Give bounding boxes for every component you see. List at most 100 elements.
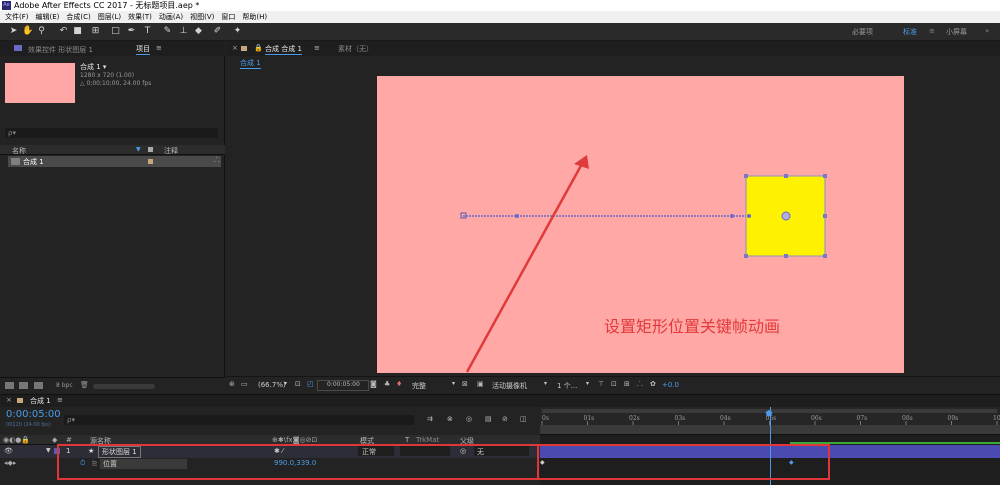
selection-tool-icon[interactable]: ➤ bbox=[8, 26, 19, 37]
workspace-overflow-icon[interactable]: » bbox=[985, 27, 989, 35]
project-scrollbar[interactable] bbox=[93, 384, 155, 389]
roto-brush-tool-icon[interactable]: ✐ bbox=[212, 26, 223, 37]
new-folder-icon[interactable] bbox=[19, 382, 28, 389]
color-channels-icon[interactable]: ♦ bbox=[396, 380, 402, 388]
snapshot-icon[interactable]: ◙ bbox=[370, 380, 377, 388]
exposure-value[interactable]: +0.0 bbox=[662, 381, 679, 389]
comp-name[interactable]: 合成 1 ▾ bbox=[80, 62, 106, 72]
motion-blur-icon[interactable]: ⊘ bbox=[502, 415, 508, 423]
bbox-handle[interactable] bbox=[744, 254, 748, 258]
zoom-dropdown-icon[interactable]: ▾ bbox=[284, 380, 287, 387]
anchor-point[interactable] bbox=[781, 211, 791, 221]
zoom-tool-icon[interactable]: ⚲ bbox=[36, 26, 47, 37]
breadcrumb-comp[interactable]: 合成 1 bbox=[240, 58, 261, 69]
shy-layers-icon[interactable]: ◎ bbox=[466, 415, 472, 423]
bbox-handle[interactable] bbox=[823, 174, 827, 178]
camera-select[interactable]: 活动摄像机 bbox=[492, 381, 527, 391]
menu-effect[interactable]: 效果(T) bbox=[128, 11, 152, 23]
views-dropdown-icon[interactable]: ▾ bbox=[586, 380, 589, 387]
composition-canvas[interactable]: 设置矩形位置关键帧动画 bbox=[377, 76, 904, 373]
workspace-small-screen[interactable]: 小屏幕 bbox=[946, 27, 967, 37]
bbox-handle[interactable] bbox=[784, 254, 788, 258]
workspace-standard[interactable]: 标准 bbox=[903, 27, 917, 37]
menu-animation[interactable]: 动画(A) bbox=[159, 11, 183, 23]
camera-tool-icon[interactable]: ■ bbox=[72, 26, 83, 37]
pen-tool-icon[interactable]: ✒ bbox=[126, 26, 137, 37]
video-toggle-icon[interactable]: 👁 bbox=[4, 447, 13, 455]
quality-dropdown-icon[interactable]: ▾ bbox=[452, 380, 455, 387]
timeline-menu-icon[interactable]: ≡ bbox=[57, 396, 63, 404]
bbox-handle[interactable] bbox=[823, 254, 827, 258]
tab-composition[interactable]: 合成 合成 1 bbox=[265, 44, 302, 55]
tab-timeline-comp[interactable]: 合成 1 bbox=[30, 396, 51, 406]
quality-select[interactable]: 完整 bbox=[412, 381, 426, 391]
sort-arrow-icon[interactable]: ▼ bbox=[136, 146, 141, 153]
current-time-display[interactable]: 0:00:05:00 bbox=[6, 409, 61, 420]
always-preview-icon[interactable]: ⊛ bbox=[229, 380, 235, 388]
rotate-tool-icon[interactable]: ↶ bbox=[58, 26, 69, 37]
draft-3d-icon[interactable]: ⊗ bbox=[447, 415, 453, 423]
show-snapshot-icon[interactable]: ♣ bbox=[384, 380, 390, 388]
graph-editor-icon[interactable]: ◫ bbox=[520, 415, 527, 423]
monitor-icon[interactable]: ▭ bbox=[241, 380, 248, 388]
label-color-swatch[interactable] bbox=[148, 159, 153, 164]
project-panel-menu-icon[interactable]: ≡ bbox=[156, 44, 162, 52]
mask-visibility-icon[interactable]: ▣ bbox=[477, 380, 484, 388]
bit-depth-label[interactable]: 8 bpc bbox=[56, 382, 73, 389]
frame-blending-icon[interactable]: ▤ bbox=[485, 415, 492, 423]
menu-edit[interactable]: 编辑(E) bbox=[36, 11, 60, 23]
column-name[interactable]: 名称 bbox=[12, 146, 26, 156]
menu-view[interactable]: 视图(V) bbox=[190, 11, 214, 23]
clone-stamp-tool-icon[interactable]: ⊥ bbox=[178, 26, 189, 37]
flowchart-icon[interactable]: ⸫ bbox=[214, 156, 220, 165]
tab-project[interactable]: 项目 bbox=[136, 44, 150, 55]
tab-effect-controls[interactable]: 效果控件 形状图层 1 bbox=[28, 45, 93, 55]
new-composition-icon[interactable] bbox=[34, 382, 43, 389]
puppet-pin-tool-icon[interactable]: ✦ bbox=[232, 26, 243, 37]
views-select[interactable]: 1 个... bbox=[557, 381, 577, 391]
project-search-input[interactable]: ρ▾ bbox=[5, 128, 218, 138]
pan-behind-tool-icon[interactable]: ⊞ bbox=[90, 26, 101, 37]
type-tool-icon[interactable]: T bbox=[142, 26, 153, 37]
expand-layer-icon[interactable]: ▼ bbox=[46, 447, 51, 454]
workspace-essentials[interactable]: 必要项 bbox=[852, 27, 873, 37]
lock-icon[interactable]: 🔒 bbox=[254, 44, 263, 52]
rectangle-tool-icon[interactable]: □ bbox=[110, 26, 121, 37]
bbox-handle[interactable] bbox=[823, 214, 827, 218]
menu-help[interactable]: 帮助(H) bbox=[242, 11, 267, 23]
timeline-search-input[interactable]: ρ▾ bbox=[64, 415, 414, 425]
hand-tool-icon[interactable]: ✋ bbox=[22, 26, 33, 37]
workspace-menu-icon[interactable]: ≡ bbox=[929, 27, 935, 35]
eraser-tool-icon[interactable]: ◆ bbox=[193, 26, 204, 37]
column-comment[interactable]: 注释 bbox=[164, 146, 178, 156]
timeline-icon[interactable]: ⊞ bbox=[624, 380, 630, 388]
interpret-footage-icon[interactable] bbox=[5, 382, 14, 389]
comp-mini-flowchart-icon[interactable]: ⇉ bbox=[427, 415, 433, 423]
zoom-select[interactable]: (66.7%) bbox=[258, 381, 286, 389]
comp-flowchart-icon[interactable]: ⸫ bbox=[637, 380, 643, 389]
viewer-menu-icon[interactable]: ≡ bbox=[314, 44, 320, 52]
project-item-row[interactable]: 合成 1 ⸫ bbox=[8, 156, 221, 167]
close-tab-icon[interactable]: × bbox=[232, 44, 238, 52]
bbox-handle[interactable] bbox=[784, 174, 788, 178]
keyframe-nav-icon[interactable]: ◂◆▸ bbox=[4, 459, 16, 467]
menu-layer[interactable]: 图层(L) bbox=[98, 11, 121, 23]
menu-window[interactable]: 窗口 bbox=[221, 11, 235, 23]
column-t[interactable]: T bbox=[405, 436, 409, 444]
reset-exposure-icon[interactable]: ✿ bbox=[650, 380, 656, 388]
bbox-handle[interactable] bbox=[744, 174, 748, 178]
camera-dropdown-icon[interactable]: ▾ bbox=[544, 380, 547, 387]
toggle-pixel-aspect-icon[interactable]: ⊤ bbox=[598, 380, 604, 388]
menu-composition[interactable]: 合成(C) bbox=[66, 11, 90, 23]
brush-tool-icon[interactable]: ✎ bbox=[162, 26, 173, 37]
close-timeline-icon[interactable]: × bbox=[6, 396, 12, 404]
playhead-handle-icon[interactable]: ⬟ bbox=[766, 409, 773, 418]
region-icon[interactable]: ◰ bbox=[307, 380, 314, 388]
fast-previews-icon[interactable]: ⊡ bbox=[611, 380, 617, 388]
trash-icon[interactable]: 🗑 bbox=[80, 381, 89, 389]
column-trkmat[interactable]: TrkMat bbox=[416, 436, 439, 444]
resolution-icon[interactable]: ⊡ bbox=[295, 380, 301, 388]
transparency-grid-icon[interactable]: ⊠ bbox=[462, 380, 468, 388]
menu-file[interactable]: 文件(F) bbox=[5, 11, 29, 23]
tab-footage[interactable]: 素材（无） bbox=[338, 44, 373, 54]
